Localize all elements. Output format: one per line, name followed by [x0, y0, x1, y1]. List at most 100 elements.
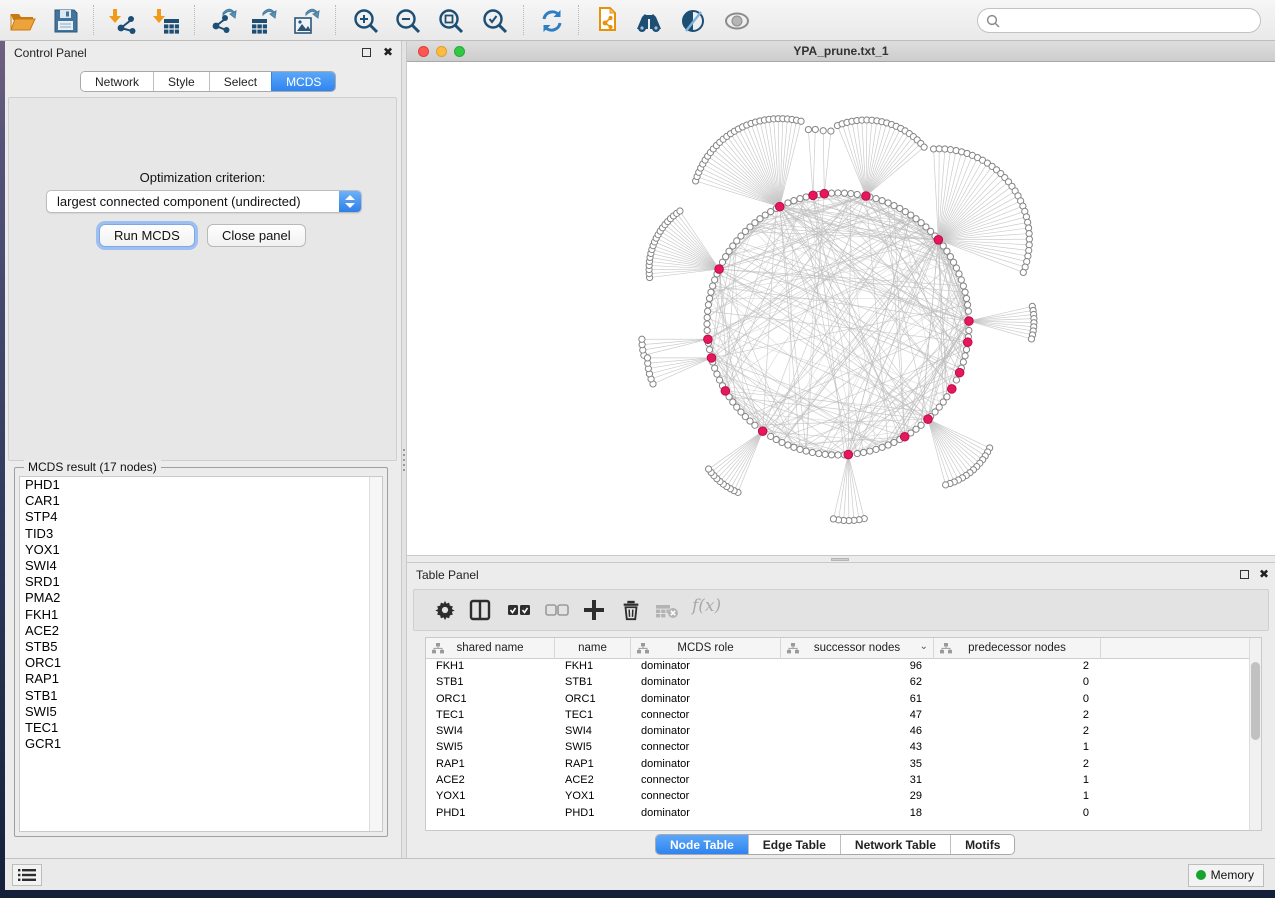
- network-node[interactable]: [873, 196, 879, 202]
- network-leaf-node[interactable]: [921, 144, 927, 150]
- tab-network-table[interactable]: Network Table: [840, 835, 950, 854]
- result-node-item[interactable]: STB1: [20, 688, 382, 704]
- table-row-ORC1[interactable]: ORC1ORC1dominator610: [426, 692, 1249, 708]
- search-box[interactable]: [977, 8, 1261, 33]
- network-leaf-node[interactable]: [828, 128, 834, 134]
- float-panel-icon[interactable]: [362, 48, 371, 57]
- network-node[interactable]: [966, 327, 972, 333]
- network-node[interactable]: [803, 448, 809, 454]
- network-file-icon[interactable]: [594, 7, 622, 35]
- zoom-out-icon[interactable]: [394, 7, 422, 35]
- network-node[interactable]: [714, 371, 720, 377]
- network-node[interactable]: [835, 452, 841, 458]
- network-node[interactable]: [828, 190, 834, 196]
- network-node[interactable]: [704, 321, 710, 327]
- network-leaf-node[interactable]: [830, 516, 836, 522]
- run-mcds-button[interactable]: Run MCDS: [99, 224, 195, 247]
- mcds-hub-node[interactable]: [809, 191, 818, 200]
- delete-column-icon[interactable]: [620, 598, 642, 627]
- tab-node-table[interactable]: Node Table: [656, 835, 748, 854]
- network-node[interactable]: [710, 283, 716, 289]
- result-node-item[interactable]: SWI4: [20, 558, 382, 574]
- column-header-MCDS-role[interactable]: MCDS role: [631, 638, 781, 659]
- result-node-item[interactable]: SRD1: [20, 574, 382, 590]
- network-node[interactable]: [854, 191, 860, 197]
- export-network-icon[interactable]: [209, 7, 237, 35]
- mcds-hub-node[interactable]: [844, 450, 853, 459]
- network-node[interactable]: [797, 446, 803, 452]
- network-node[interactable]: [953, 265, 959, 271]
- network-node[interactable]: [704, 314, 710, 320]
- network-node[interactable]: [835, 190, 841, 196]
- mcds-hub-node[interactable]: [963, 338, 972, 347]
- network-node[interactable]: [712, 277, 718, 283]
- tab-network[interactable]: Network: [81, 72, 153, 91]
- select-all-icon[interactable]: [506, 598, 532, 627]
- network-node[interactable]: [953, 377, 959, 383]
- result-node-item[interactable]: YOX1: [20, 542, 382, 558]
- network-leaf-node[interactable]: [1028, 336, 1034, 342]
- table-row-RAP1[interactable]: RAP1RAP1dominator352: [426, 757, 1249, 773]
- network-node[interactable]: [964, 302, 970, 308]
- save-icon[interactable]: [52, 7, 80, 35]
- export-table-icon[interactable]: [249, 7, 277, 35]
- network-node[interactable]: [841, 190, 847, 196]
- close-panel-icon[interactable]: ✖: [383, 45, 393, 59]
- network-node[interactable]: [879, 444, 885, 450]
- table-row-FKH1[interactable]: FKH1FKH1dominator962: [426, 659, 1249, 675]
- network-node[interactable]: [873, 446, 879, 452]
- result-node-item[interactable]: PHD1: [20, 477, 382, 493]
- table-scrollbar[interactable]: [1249, 638, 1261, 830]
- network-node[interactable]: [791, 444, 797, 450]
- zoom-in-icon[interactable]: [352, 7, 380, 35]
- column-header-predecessor-nodes[interactable]: predecessor nodes: [934, 638, 1101, 659]
- result-node-item[interactable]: STP4: [20, 509, 382, 525]
- result-node-item[interactable]: ACE2: [20, 623, 382, 639]
- result-list-scrollbar[interactable]: [369, 477, 382, 831]
- network-node[interactable]: [962, 289, 968, 295]
- result-node-item[interactable]: TEC1: [20, 720, 382, 736]
- network-node[interactable]: [963, 295, 969, 301]
- result-node-item[interactable]: GCR1: [20, 736, 382, 752]
- network-node[interactable]: [705, 302, 711, 308]
- network-node[interactable]: [885, 200, 891, 206]
- table-row-TEC1[interactable]: TEC1TEC1connector472: [426, 708, 1249, 724]
- table-scrollbar-thumb[interactable]: [1251, 662, 1260, 740]
- export-image-icon[interactable]: [292, 7, 320, 35]
- network-leaf-node[interactable]: [639, 336, 645, 342]
- network-leaf-node[interactable]: [812, 126, 818, 132]
- result-node-item[interactable]: FKH1: [20, 607, 382, 623]
- network-leaf-node[interactable]: [943, 482, 949, 488]
- network-leaf-node[interactable]: [820, 128, 826, 134]
- network-node[interactable]: [791, 198, 797, 204]
- network-node[interactable]: [822, 451, 828, 457]
- mcds-result-list[interactable]: PHD1CAR1STP4TID3YOX1SWI4SRD1PMA2FKH1ACE2…: [19, 476, 383, 832]
- table-row-ACE2[interactable]: ACE2ACE2connector311: [426, 773, 1249, 789]
- zoom-fit-icon[interactable]: [437, 7, 465, 35]
- network-node[interactable]: [960, 359, 966, 365]
- network-node[interactable]: [963, 346, 969, 352]
- close-panel-icon[interactable]: ✖: [1259, 567, 1269, 581]
- network-node[interactable]: [960, 283, 966, 289]
- network-node[interactable]: [785, 200, 791, 206]
- mcds-hub-node[interactable]: [758, 427, 767, 436]
- network-leaf-node[interactable]: [677, 208, 683, 214]
- tab-select[interactable]: Select: [209, 72, 271, 91]
- tab-motifs[interactable]: Motifs: [950, 835, 1014, 854]
- column-header-successor-nodes[interactable]: successor nodes⌄: [781, 638, 934, 659]
- table-row-SWI5[interactable]: SWI5SWI5connector431: [426, 740, 1249, 756]
- network-canvas[interactable]: [407, 62, 1275, 555]
- column-header-shared-name[interactable]: shared name: [426, 638, 555, 659]
- mcds-hub-node[interactable]: [955, 368, 964, 377]
- tab-style[interactable]: Style: [153, 72, 209, 91]
- network-node[interactable]: [706, 295, 712, 301]
- split-panel-icon[interactable]: [468, 598, 492, 627]
- result-node-item[interactable]: STB5: [20, 639, 382, 655]
- network-node[interactable]: [828, 452, 834, 458]
- table-row-STB1[interactable]: STB1STB1dominator620: [426, 675, 1249, 691]
- birds-eye-icon[interactable]: [723, 7, 751, 35]
- mcds-hub-node[interactable]: [775, 202, 784, 211]
- network-node[interactable]: [891, 439, 897, 445]
- mcds-hub-node[interactable]: [862, 192, 871, 201]
- tab-edge-table[interactable]: Edge Table: [748, 835, 840, 854]
